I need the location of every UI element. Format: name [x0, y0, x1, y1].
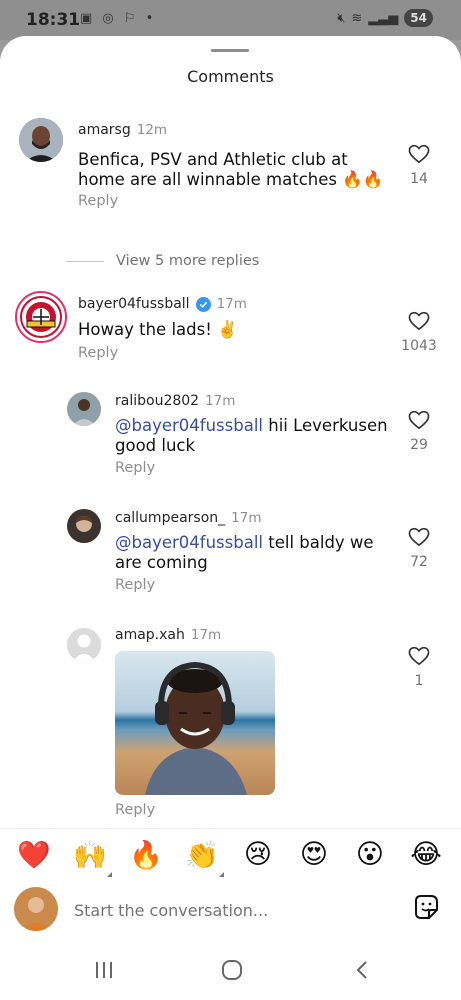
recent-apps-icon: [96, 962, 112, 978]
like-control[interactable]: 72: [399, 527, 439, 570]
avatar[interactable]: [67, 509, 101, 543]
reply-button[interactable]: Reply: [78, 193, 118, 209]
reply-image[interactable]: [115, 651, 275, 795]
emoji-clapping-hands[interactable]: 👏: [184, 839, 220, 871]
heart-icon[interactable]: [408, 311, 430, 331]
like-control[interactable]: 1: [399, 646, 439, 689]
reply-button[interactable]: Reply: [78, 345, 118, 361]
reply-button[interactable]: Reply: [115, 577, 155, 593]
comment-text: Howay the lads! ✌️: [78, 320, 238, 339]
reply-item: ralibou2802 17m @bayer04fussball hii Lev…: [0, 390, 461, 490]
avatar[interactable]: [19, 118, 63, 162]
timestamp: 17m: [205, 393, 236, 409]
wifi-icon: ≋: [351, 10, 363, 26]
avatar[interactable]: [15, 291, 67, 343]
avatar[interactable]: [67, 392, 101, 426]
home-button[interactable]: [212, 954, 252, 986]
signal-icon: ▂▃▅: [368, 10, 399, 26]
comment-header: bayer04fussball 17m: [78, 296, 247, 312]
heart-icon[interactable]: [408, 144, 430, 164]
battery-indicator: 54: [404, 9, 433, 27]
view-more-replies[interactable]: View 5 more replies: [66, 253, 259, 269]
notification-icons: ▣ ◎ ⚐ •: [80, 11, 157, 26]
status-bar: 18:31 ▣ ◎ ⚐ • 🔇︎ ≋ ▂▃▅ 54: [0, 0, 461, 40]
reply-button[interactable]: Reply: [115, 802, 155, 818]
like-count: 14: [410, 171, 428, 187]
comment-text: Benfica, PSV and Athletic club at home a…: [78, 150, 384, 189]
divider: [66, 260, 104, 262]
timestamp: 17m: [216, 296, 247, 312]
username[interactable]: bayer04fussball: [78, 296, 190, 312]
comment-item: amarsg 12m Benfica, PSV and Athletic clu…: [0, 116, 461, 226]
club-logo-icon: [20, 296, 62, 338]
comment-header: callumpearson_ 17m: [115, 510, 261, 526]
reply-item: callumpearson_ 17m @bayer04fussball tell…: [0, 507, 461, 607]
mention-link[interactable]: @bayer04fussball: [115, 416, 263, 435]
mention-link[interactable]: @bayer04fussball: [115, 533, 263, 552]
timestamp: 17m: [190, 627, 222, 643]
emoji-reaction-bar: ❤️ 🙌 🔥 👏 😢 😍 😮 😂: [0, 828, 461, 886]
sticker-icon: [415, 895, 438, 919]
username[interactable]: amap.xah: [115, 627, 185, 643]
comments-list[interactable]: amarsg 12m Benfica, PSV and Athletic clu…: [0, 106, 461, 828]
emoji-surprised-face[interactable]: 😮: [352, 839, 388, 870]
drag-handle[interactable]: [211, 49, 249, 52]
default-avatar-icon: [67, 628, 101, 662]
emoji-fire[interactable]: 🔥: [128, 839, 164, 871]
comment-item: bayer04fussball 17m Howay the lads! ✌️ R…: [0, 290, 461, 380]
mute-icon: 🔇︎: [337, 10, 346, 26]
emoji-heart-eyes[interactable]: 😍: [296, 839, 332, 870]
comment-header: ralibou2802 17m: [115, 393, 235, 409]
avatar[interactable]: [67, 628, 101, 662]
emoji-red-heart[interactable]: ❤️: [16, 839, 52, 871]
verified-badge-icon: [195, 296, 211, 312]
view-more-label: View 5 more replies: [116, 253, 260, 269]
like-control[interactable]: 1043: [391, 311, 447, 354]
username[interactable]: ralibou2802: [115, 393, 199, 409]
back-button[interactable]: [342, 954, 382, 986]
timestamp: 12m: [136, 122, 168, 138]
emoji-tears-of-joy[interactable]: 😂: [408, 839, 444, 870]
username[interactable]: callumpearson_: [115, 510, 225, 526]
system-nav-bar: [0, 940, 461, 1000]
heart-icon[interactable]: [408, 646, 430, 666]
home-icon: [222, 960, 242, 980]
reply-button[interactable]: Reply: [115, 460, 155, 476]
heart-icon[interactable]: [408, 410, 430, 430]
emoji-crying-face[interactable]: 😢: [240, 839, 276, 870]
heart-icon[interactable]: [408, 527, 430, 547]
timestamp: 17m: [231, 510, 262, 526]
status-right-icons: 🔇︎ ≋ ▂▃▅ 54: [337, 9, 433, 27]
comment-text: @bayer04fussball hii Leverkusen good luc…: [115, 416, 388, 455]
sheet-title: Comments: [187, 67, 274, 86]
like-count: 29: [410, 437, 428, 453]
comments-sheet: Comments amarsg 12m Benfica, PSV and Ath…: [0, 36, 461, 1000]
status-time: 18:31: [26, 10, 81, 30]
skin-tone-indicator-icon: [107, 872, 112, 877]
comment-composer: [0, 886, 461, 946]
like-count: 72: [410, 554, 428, 570]
like-count: 1043: [401, 338, 437, 354]
back-icon: [356, 961, 367, 979]
recent-apps-button[interactable]: [84, 954, 124, 986]
emoji-raising-hands[interactable]: 🙌: [72, 839, 108, 871]
comment-input[interactable]: [74, 896, 394, 924]
comment-header: amap.xah 17m: [115, 627, 221, 643]
like-count: 1: [414, 673, 424, 689]
skin-tone-indicator-icon: [219, 872, 224, 877]
my-avatar: [14, 887, 58, 931]
sticker-button[interactable]: [411, 892, 443, 924]
username[interactable]: amarsg: [78, 122, 131, 138]
comment-header: amarsg 12m: [78, 122, 167, 138]
like-control[interactable]: 29: [399, 410, 439, 453]
like-control[interactable]: 14: [399, 144, 439, 187]
comment-text: @bayer04fussball tell baldy we are comin…: [115, 533, 374, 572]
